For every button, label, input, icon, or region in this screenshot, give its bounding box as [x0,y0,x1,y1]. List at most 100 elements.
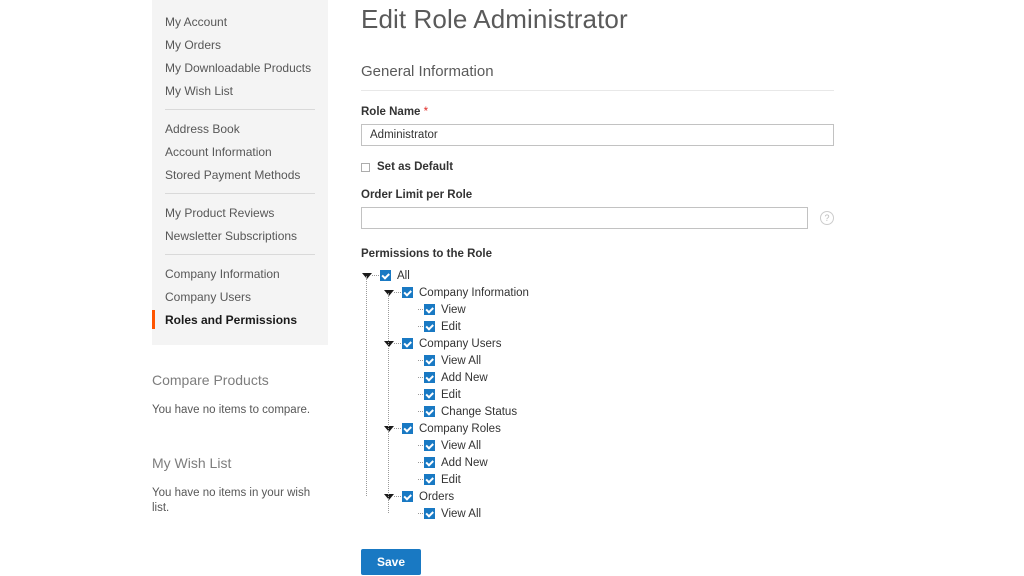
tree-connector [416,369,424,386]
tree-guide-line [366,276,367,496]
sidebar-item-my-downloadable-products[interactable]: My Downloadable Products [152,56,328,79]
sidebar-item-roles-and-permissions[interactable]: Roles and Permissions [152,308,328,331]
permission-checkbox-company-roles[interactable] [402,423,413,434]
role-name-label-text: Role Name [361,106,421,118]
order-limit-input[interactable] [361,207,808,229]
compare-products-title: Compare Products [152,372,269,388]
account-page: My Account My Orders My Downloadable Produ… [0,0,1024,576]
tree-connector [416,471,424,488]
account-nav: My Account My Orders My Downloadable Produ… [152,0,328,345]
permission-label[interactable]: Orders [419,490,454,504]
permission-node: Edit [361,471,841,488]
permission-node: Add New [361,454,841,471]
sidebar-item-my-product-reviews[interactable]: My Product Reviews [152,201,328,224]
permission-checkbox-edit[interactable] [424,389,435,400]
sidebar-item-my-wish-list[interactable]: My Wish List [152,79,328,102]
tree-connector [394,284,402,301]
wish-list-empty-text: You have no items in your wish list. [152,487,311,514]
permission-label[interactable]: All [397,269,410,283]
permission-checkbox-edit[interactable] [424,321,435,332]
permission-label[interactable]: View All [441,354,481,368]
role-name-label: Role Name * [361,105,841,119]
permission-checkbox-view-all[interactable] [424,508,435,519]
permission-node: View [361,301,841,318]
question-mark-icon[interactable]: ? [820,211,834,225]
permission-checkbox-orders[interactable] [402,491,413,502]
permission-label[interactable]: Change Status [441,405,517,419]
permission-node: Edit [361,318,841,335]
nav-group: Company Information Company Users Roles an… [152,262,328,331]
order-limit-label: Order Limit per Role [361,189,473,201]
tree-guide-line [388,293,389,513]
nav-divider [165,109,315,110]
permission-checkbox-view-all[interactable] [424,440,435,451]
compare-products-empty-text: You have no items to compare. [152,404,311,416]
sidebar-item-address-book[interactable]: Address Book [152,117,328,140]
tree-connector [416,352,424,369]
permission-label[interactable]: View All [441,507,481,521]
permission-checkbox-add-new[interactable] [424,372,435,383]
sidebar-item-account-information[interactable]: Account Information [152,140,328,163]
permission-label[interactable]: Add New [441,371,488,385]
sidebar-item-my-orders[interactable]: My Orders [152,33,328,56]
permission-label[interactable]: Company Information [419,286,529,300]
permission-node: View All [361,505,841,522]
sidebar-item-newsletter-subscriptions[interactable]: Newsletter Subscriptions [152,224,328,247]
compare-products-block: Compare Products You have no items to co… [152,371,328,418]
sidebar-item-company-information[interactable]: Company Information [152,262,328,285]
permission-label[interactable]: Edit [441,320,461,334]
role-name-input[interactable] [361,124,834,146]
set-as-default-checkbox[interactable] [361,162,370,172]
nav-divider [165,254,315,255]
permission-label[interactable]: View All [441,439,481,453]
form-actions: Save [361,549,841,575]
save-button[interactable]: Save [361,549,422,575]
permission-checkbox-view[interactable] [424,304,435,315]
permission-checkbox-change-status[interactable] [424,406,435,417]
permission-node: Company Information [361,284,841,301]
permission-checkbox-company-users[interactable] [402,338,413,349]
account-sidebar: My Account My Orders My Downloadable Produ… [152,0,328,516]
permission-checkbox-company-information[interactable] [402,287,413,298]
permission-label[interactable]: Add New [441,456,488,470]
wish-list-block: My Wish List You have no items in your w… [152,454,328,516]
permission-node: Company Users [361,335,841,352]
tree-connector [416,403,424,420]
role-name-field: Role Name * [361,105,841,146]
main-content: Edit Role Administrator General Informat… [361,0,841,575]
page-title: Edit Role Administrator [361,4,628,34]
permission-label[interactable]: View [441,303,466,317]
tree-connector [416,437,424,454]
permission-checkbox-view-all[interactable] [424,355,435,366]
sidebar-item-stored-payment-methods[interactable]: Stored Payment Methods [152,163,328,186]
permission-checkbox-edit[interactable] [424,474,435,485]
required-marker: * [423,106,429,118]
permission-checkbox-all[interactable] [380,270,391,281]
nav-group: Address Book Account Information Stored Pa… [152,117,328,186]
tree-connector [416,454,424,471]
permission-node: Orders [361,488,841,505]
sidebar-item-company-users[interactable]: Company Users [152,285,328,308]
permission-label[interactable]: Edit [441,473,461,487]
permission-node: All [361,267,841,284]
sidebar-item-my-account[interactable]: My Account [152,10,328,33]
tree-connector [416,318,424,335]
permission-node: View All [361,437,841,454]
set-as-default-label[interactable]: Set as Default [377,160,453,174]
tree-connector [416,301,424,318]
permission-label[interactable]: Company Users [419,337,501,351]
wish-list-title: My Wish List [152,455,232,471]
permission-node: View All [361,352,841,369]
general-information-legend: General Information [361,62,834,91]
permission-label[interactable]: Company Roles [419,422,501,436]
tree-connector [416,505,424,522]
permission-label[interactable]: Edit [441,388,461,402]
permission-checkbox-add-new[interactable] [424,457,435,468]
